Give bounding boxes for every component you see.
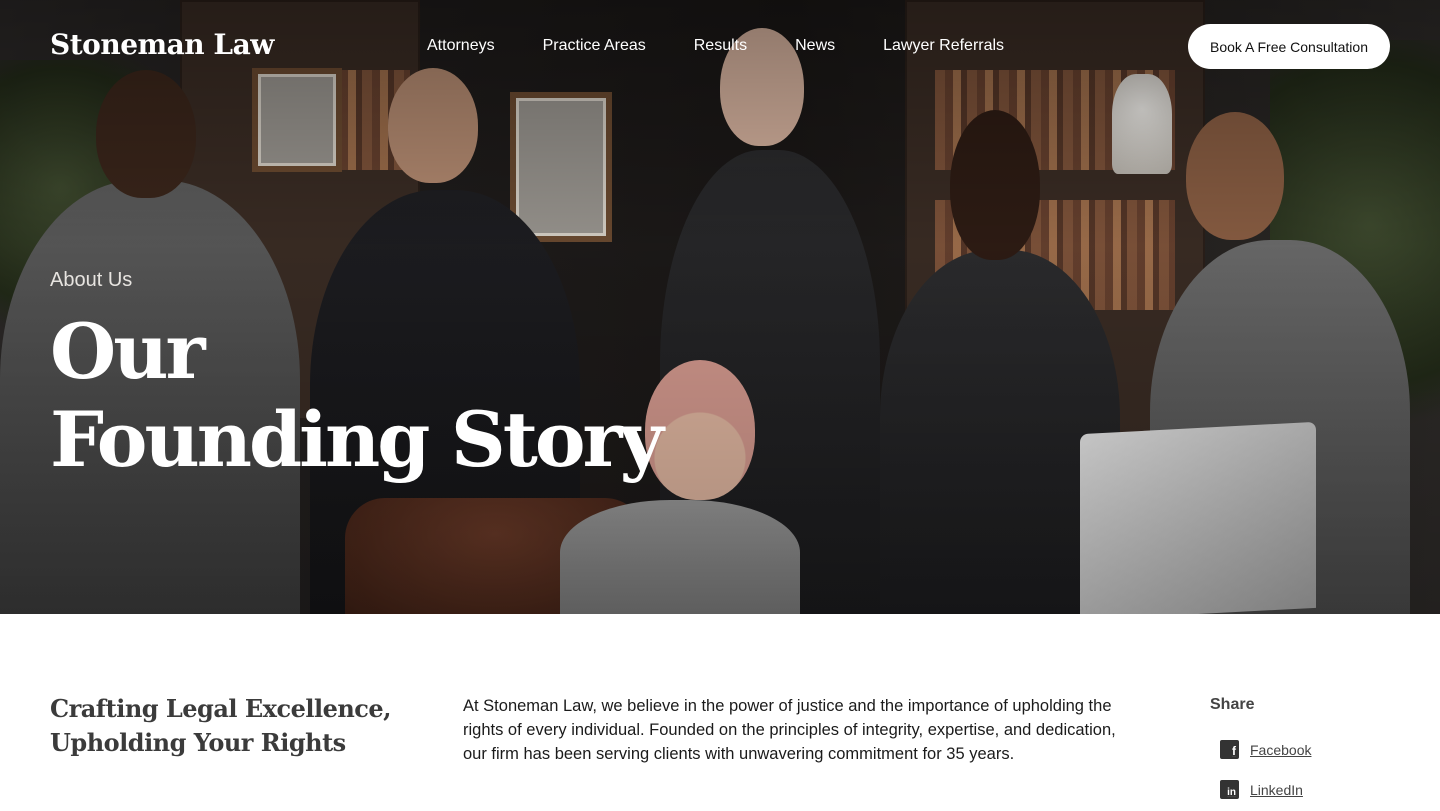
page-title-line: Founding Story xyxy=(50,395,664,484)
subheading-line: Crafting Legal Excellence, xyxy=(50,694,392,723)
page-title-line: Our xyxy=(50,307,205,396)
nav-item-lawyer-referrals[interactable]: Lawyer Referrals xyxy=(883,37,1004,55)
share-linkedin-link[interactable]: in LinkedIn xyxy=(1220,780,1303,799)
facebook-icon: f xyxy=(1220,740,1239,759)
nav-item-practice-areas[interactable]: Practice Areas xyxy=(543,37,646,55)
linkedin-icon: in xyxy=(1220,780,1239,799)
main-menu: Attorneys Practice Areas Results News La… xyxy=(427,37,1004,55)
book-consultation-button[interactable]: Book A Free Consultation xyxy=(1188,24,1390,69)
nav-item-results[interactable]: Results xyxy=(694,37,747,55)
hero-eyebrow: About Us xyxy=(50,269,133,291)
site-logo[interactable]: Stoneman Law xyxy=(50,28,274,61)
share-heading: Share xyxy=(1210,696,1255,713)
share-facebook-link[interactable]: f Facebook xyxy=(1220,740,1311,759)
top-navigation: Stoneman Law Attorneys Practice Areas Re… xyxy=(0,0,1440,94)
subheading-line: Upholding Your Rights xyxy=(50,728,346,757)
nav-item-attorneys[interactable]: Attorneys xyxy=(427,37,495,55)
section-subheading: Crafting Legal Excellence, Upholding You… xyxy=(50,692,392,760)
share-link-label: LinkedIn xyxy=(1250,781,1303,798)
about-content: Crafting Legal Excellence, Upholding You… xyxy=(0,614,1440,811)
intro-paragraph: At Stoneman Law, we believe in the power… xyxy=(463,697,1116,763)
nav-item-news[interactable]: News xyxy=(795,37,835,55)
share-link-label: Facebook xyxy=(1250,741,1312,758)
page-title: Our Founding Story xyxy=(50,307,664,484)
hero-section: Stoneman Law Attorneys Practice Areas Re… xyxy=(0,0,1440,614)
